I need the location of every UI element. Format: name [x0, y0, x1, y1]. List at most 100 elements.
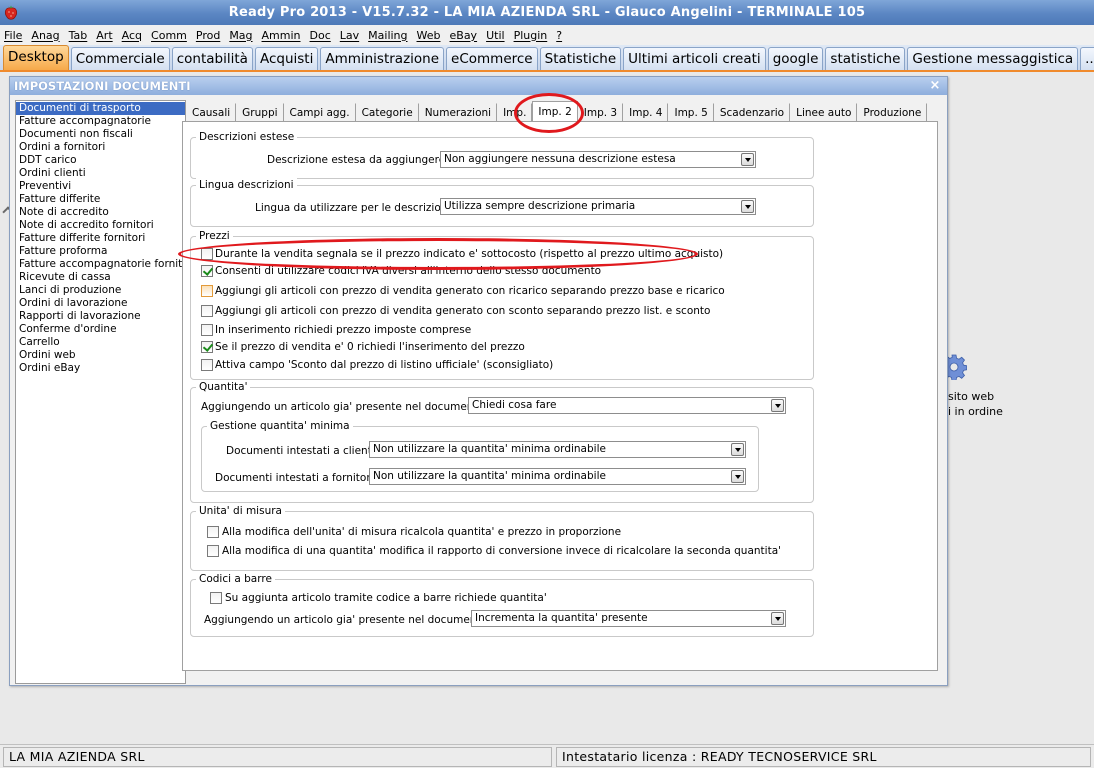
select-value: Non utilizzare la quantita' minima ordin… [373, 443, 606, 455]
group-title: Gestione quantita' minima [207, 419, 353, 433]
codici-iva-label: Consenti di utilizzare codici IVA divers… [215, 265, 602, 277]
module-tab-acquisti[interactable]: Acquisti [254, 47, 319, 70]
doc-type-item[interactable]: Fatture accompagnatorie [16, 115, 185, 128]
close-icon[interactable]: × [928, 77, 942, 95]
chevron-down-icon[interactable] [771, 612, 784, 625]
tab-causali[interactable]: Causali [186, 103, 237, 122]
doc-type-item[interactable]: Conferme d'ordine [16, 323, 185, 336]
menu-prod[interactable]: Prod [196, 29, 220, 42]
sottocosto-checkbox[interactable] [201, 248, 213, 260]
menu-web[interactable]: Web [417, 29, 441, 42]
menu-lav[interactable]: Lav [340, 29, 359, 42]
menu-ammin[interactable]: Ammin [262, 29, 301, 42]
sconto-listino-checkbox[interactable] [201, 359, 213, 371]
tab-scadenzario[interactable]: Scadenzario [714, 103, 791, 122]
tab-categorie[interactable]: Categorie [356, 103, 419, 122]
barcode-duplicato-select[interactable]: Incrementa la quantita' presente [471, 610, 786, 627]
menu-plugin[interactable]: Plugin [514, 29, 548, 42]
doc-type-item[interactable]: Ordini di lavorazione [16, 297, 185, 310]
module-tab-contabilita[interactable]: contabilità [171, 47, 253, 70]
prezzo-zero-checkbox[interactable] [201, 341, 213, 353]
codici-iva-checkbox[interactable] [201, 265, 213, 277]
barcode-quantita-checkbox[interactable] [210, 592, 222, 604]
descrizione-estesa-select[interactable]: Non aggiungere nessuna descrizione estes… [440, 151, 756, 168]
tab-imp-5[interactable]: Imp. 5 [668, 103, 714, 122]
group-title: Prezzi [196, 229, 233, 243]
sconto-checkbox[interactable] [201, 305, 213, 317]
doc-type-item[interactable]: Fatture differite [16, 193, 185, 206]
doc-type-item[interactable]: Documenti di trasporto [16, 102, 185, 115]
tab-imp[interactable]: Imp. [497, 103, 533, 122]
menu-art[interactable]: Art [96, 29, 112, 42]
tab-campi-agg[interactable]: Campi agg. [284, 103, 356, 122]
module-tab-ultimi-articoli[interactable]: Ultimi articoli creati [623, 47, 766, 70]
menu-help[interactable]: ? [556, 29, 562, 42]
chevron-down-icon[interactable] [731, 470, 744, 483]
ricalcola-proporzione-checkbox[interactable] [207, 526, 219, 538]
module-tab-google[interactable]: google [767, 47, 824, 70]
fornitori-select[interactable]: Non utilizzare la quantita' minima ordin… [369, 468, 746, 485]
ricarico-checkbox[interactable] [201, 285, 213, 297]
doc-type-item[interactable]: Ordini clienti [16, 167, 185, 180]
module-tab-more[interactable]: ... [1080, 47, 1094, 70]
doc-type-item[interactable]: Note di accredito fornitori [16, 219, 185, 232]
menu-util[interactable]: Util [486, 29, 504, 42]
menu-comm[interactable]: Comm [151, 29, 187, 42]
doc-type-item[interactable]: Fatture proforma [16, 245, 185, 258]
menu-mailing[interactable]: Mailing [368, 29, 407, 42]
menu-file[interactable]: File [4, 29, 22, 42]
doc-type-item[interactable]: Rapporti di lavorazione [16, 310, 185, 323]
menu-doc[interactable]: Doc [310, 29, 331, 42]
settings-tab-bar: Causali Gruppi Campi agg. Categorie Nume… [186, 101, 946, 122]
module-tab-statistiche-2[interactable]: statistiche [825, 47, 906, 70]
tab-numerazioni[interactable]: Numerazioni [419, 103, 498, 122]
doc-type-item[interactable]: Documenti non fiscali [16, 128, 185, 141]
tab-gruppi[interactable]: Gruppi [236, 103, 284, 122]
tab-imp-3[interactable]: Imp. 3 [578, 103, 624, 122]
doc-type-item[interactable]: Lanci di produzione [16, 284, 185, 297]
module-tab-amministrazione[interactable]: Amministrazione [320, 47, 445, 70]
lingua-select[interactable]: Utilizza sempre descrizione primaria [440, 198, 756, 215]
menu-anag[interactable]: Anag [31, 29, 59, 42]
doc-type-item[interactable]: Ordini eBay [16, 362, 185, 375]
module-tab-desktop[interactable]: Desktop [3, 45, 69, 70]
status-bar: LA MIA AZIENDA SRL Intestatario licenza … [0, 744, 1094, 768]
quantita-select[interactable]: Chiedi cosa fare [468, 397, 786, 414]
chevron-down-icon[interactable] [771, 399, 784, 412]
menu-ebay[interactable]: eBay [450, 29, 478, 42]
doc-type-item[interactable]: Note di accredito [16, 206, 185, 219]
doc-type-item[interactable]: Fatture differite fornitori [16, 232, 185, 245]
clienti-select[interactable]: Non utilizzare la quantita' minima ordin… [369, 441, 746, 458]
module-tab-commerciale[interactable]: Commerciale [70, 47, 170, 70]
shortcut-label-line1: sito web [948, 390, 995, 403]
quantita-label: Aggiungendo un articolo gia' presente ne… [201, 401, 491, 413]
module-tab-ecommerce[interactable]: eCommerce [446, 47, 538, 70]
menu-acq[interactable]: Acq [122, 29, 142, 42]
tab-linee-auto[interactable]: Linee auto [790, 103, 858, 122]
doc-type-item[interactable]: DDT carico [16, 154, 185, 167]
doc-type-item[interactable]: Carrello [16, 336, 185, 349]
desktop-shortcut-label[interactable]: sito web i in ordine [948, 389, 1003, 419]
module-tab-messaggistica[interactable]: Gestione messaggistica [907, 47, 1079, 70]
doc-type-item[interactable]: Ordini web [16, 349, 185, 362]
doc-type-item[interactable]: Ricevute di cassa [16, 271, 185, 284]
module-tab-statistiche[interactable]: Statistiche [539, 47, 622, 70]
chevron-down-icon[interactable] [741, 153, 754, 166]
menu-mag[interactable]: Mag [229, 29, 252, 42]
doc-type-item[interactable]: Ordini a fornitori [16, 141, 185, 154]
doc-type-item[interactable]: Preventivi [16, 180, 185, 193]
group-title: Quantita' [196, 380, 251, 394]
strawberry-app-icon [4, 5, 18, 20]
select-value: Non utilizzare la quantita' minima ordin… [373, 470, 606, 482]
doc-type-item[interactable]: Fatture accompagnatorie fornito [16, 258, 185, 271]
imposte-comprese-checkbox[interactable] [201, 324, 213, 336]
menu-tab[interactable]: Tab [69, 29, 88, 42]
tab-produzione[interactable]: Produzione [857, 103, 928, 122]
dialog-title: IMPOSTAZIONI DOCUMENTI [14, 79, 191, 93]
tab-imp-4[interactable]: Imp. 4 [623, 103, 669, 122]
codici-barre-group: Codici a barre Su aggiunta articolo tram… [190, 572, 814, 637]
rapporto-conversione-checkbox[interactable] [207, 545, 219, 557]
chevron-down-icon[interactable] [741, 200, 754, 213]
tab-imp-2[interactable]: Imp. 2 [532, 101, 578, 122]
chevron-down-icon[interactable] [731, 443, 744, 456]
